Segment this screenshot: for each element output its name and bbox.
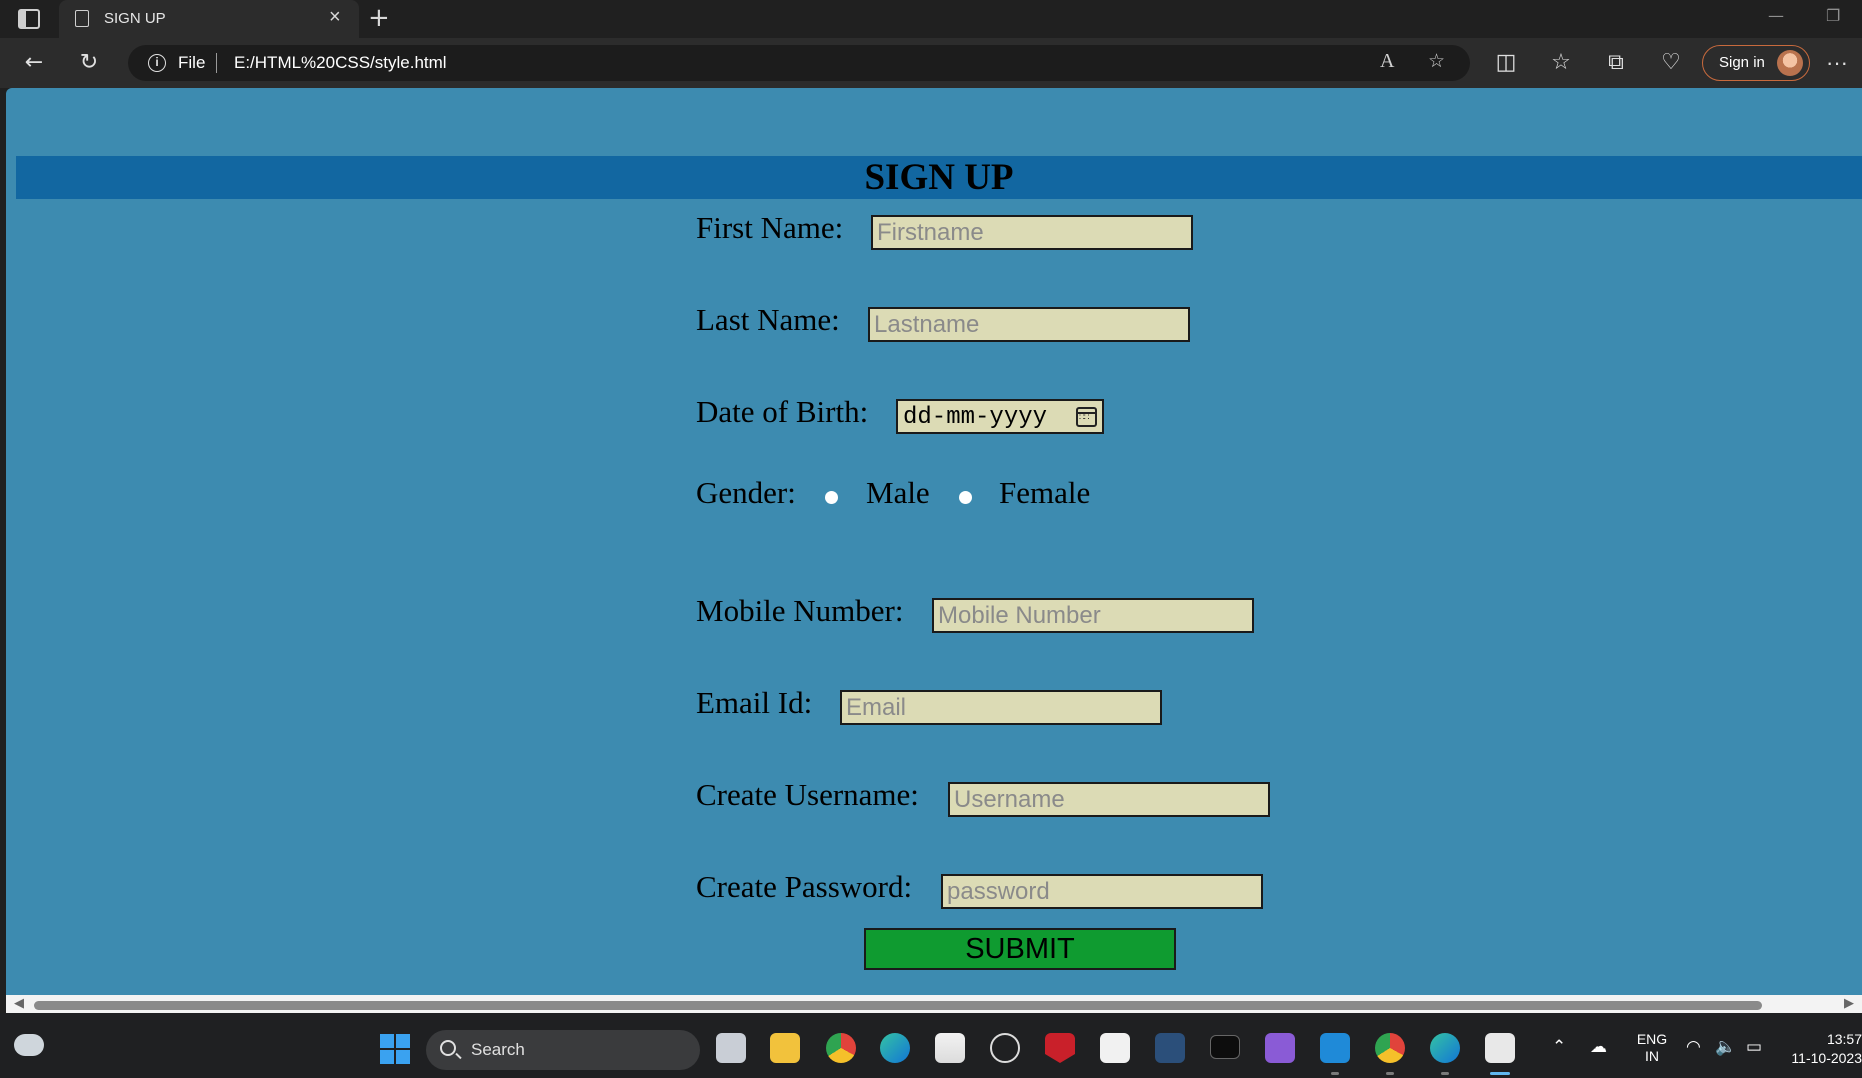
split-screen-icon[interactable]: ◫ [1490,48,1522,78]
back-arrow-icon[interactable]: ← [18,48,50,78]
first-name-input[interactable] [871,215,1193,250]
email-label: Email Id: [696,685,813,720]
gender-male-label: Male [866,475,930,510]
tab-title: SIGN UP [104,10,166,27]
close-icon[interactable]: × [329,7,341,27]
dell-icon[interactable] [990,1033,1020,1063]
heading-banner: SIGN UP [16,156,1862,199]
taskbar [0,1013,1862,1078]
browser-toolbar: ← ↻ i File E:/HTML%20CSS/style.html A ☆ … [0,38,1862,88]
weather-icon[interactable] [14,1034,44,1056]
gender-female-radio[interactable] [959,491,972,504]
new-tab-icon[interactable]: + [368,3,390,33]
dob-placeholder: dd-mm-yyyy [903,404,1048,431]
language-code: ENG [1636,1031,1668,1047]
scroll-left-icon[interactable]: ◀ [14,996,24,1011]
page-viewport: SIGN UP First Name: Last Name: Date of B… [6,88,1862,995]
sign-in-label: Sign in [1719,54,1765,71]
microsoft-store-icon[interactable] [935,1033,965,1063]
snipping-tool-icon[interactable] [1485,1033,1515,1063]
address-scheme-label: File [178,53,206,72]
edge-icon[interactable] [880,1033,910,1063]
battery-icon[interactable]: ▭ [1746,1037,1762,1057]
gender-label: Gender: [696,475,796,510]
windows-logo-tile [396,1050,410,1064]
mobile-input[interactable] [932,598,1254,633]
windows-logo-tile [380,1050,394,1064]
address-url[interactable]: E:/HTML%20CSS/style.html [234,53,447,73]
page-icon [75,10,89,27]
wifi-icon[interactable]: ◠ [1686,1037,1701,1057]
tab-strip: SIGN UP × + — ❐ [0,0,1862,38]
windows-logo-tile [380,1034,394,1048]
scroll-right-icon[interactable]: ▶ [1844,996,1854,1011]
active-app-indicator [1490,1072,1510,1075]
refresh-icon[interactable]: ↻ [73,48,105,78]
sign-in-button[interactable]: Sign in [1702,45,1810,81]
vscode-icon[interactable] [1320,1033,1350,1063]
minimize-icon[interactable]: — [1768,6,1784,25]
submit-button[interactable]: SUBMIT [864,928,1176,970]
start-button[interactable] [380,1034,410,1064]
address-bar[interactable]: i File E:/HTML%20CSS/style.html A ☆ [128,45,1470,81]
running-indicator [1331,1072,1339,1075]
dob-label: Date of Birth: [696,394,869,429]
avatar [1777,50,1803,76]
taskbar-clock[interactable]: 13:57 11-10-2023 [1786,1030,1862,1068]
clock-date: 11-10-2023 [1791,1050,1862,1066]
last-name-label: Last Name: [696,302,840,337]
gender-female-label: Female [999,475,1091,510]
edge-active-icon[interactable] [1430,1033,1460,1063]
taskbar-search-label: Search [471,1040,525,1059]
windows-logo-tile [396,1034,410,1048]
username-input[interactable] [948,782,1270,817]
chrome-profile-icon[interactable] [1375,1033,1405,1063]
address-divider [216,53,217,73]
page-title: SIGN UP [864,157,1014,198]
restore-icon[interactable]: ❐ [1826,6,1840,25]
info-icon[interactable]: i [148,54,166,72]
task-view-icon[interactable] [716,1033,746,1063]
app-icon[interactable] [1155,1033,1185,1063]
volume-icon[interactable]: 🔈 [1715,1037,1736,1057]
password-input[interactable] [941,874,1263,909]
notepad-icon[interactable] [1100,1033,1130,1063]
scrollbar-thumb[interactable] [34,1001,1762,1010]
password-label: Create Password: [696,869,913,904]
tab-actions-icon[interactable] [18,9,40,29]
onedrive-icon[interactable]: ☁ [1590,1037,1607,1057]
collections-icon[interactable]: ⧉ [1600,48,1632,78]
last-name-input[interactable] [868,307,1190,342]
language-indicator[interactable]: ENG IN [1634,1031,1670,1065]
file-explorer-icon[interactable] [770,1033,800,1063]
running-indicator [1441,1072,1449,1075]
clock-time: 13:57 [1826,1031,1862,1047]
favorites-icon[interactable]: ☆ [1545,48,1577,78]
mobile-label: Mobile Number: [696,593,904,628]
visual-studio-icon[interactable] [1265,1033,1295,1063]
read-aloud-icon[interactable]: A [1380,50,1394,73]
taskbar-search[interactable]: Search [426,1030,700,1070]
running-indicator [1386,1072,1394,1075]
username-label: Create Username: [696,777,919,812]
region-code: IN [1645,1048,1659,1064]
dob-input[interactable]: dd-mm-yyyy [896,399,1104,434]
first-name-label: First Name: [696,210,844,245]
chrome-icon[interactable] [826,1033,856,1063]
gender-male-radio[interactable] [825,491,838,504]
chevron-up-icon[interactable]: ⌃ [1552,1037,1566,1057]
tab-sign-up[interactable]: SIGN UP × [59,0,359,38]
horizontal-scrollbar[interactable]: ◀ ▶ [6,995,1862,1013]
terminal-icon[interactable] [1210,1035,1240,1059]
browser-essentials-icon[interactable]: ♡ [1655,48,1687,78]
more-options-icon[interactable]: ··· [1826,48,1848,78]
search-icon [440,1040,456,1056]
email-input[interactable] [840,690,1162,725]
favorite-star-icon[interactable]: ☆ [1428,50,1445,72]
calendar-icon[interactable] [1076,407,1097,427]
